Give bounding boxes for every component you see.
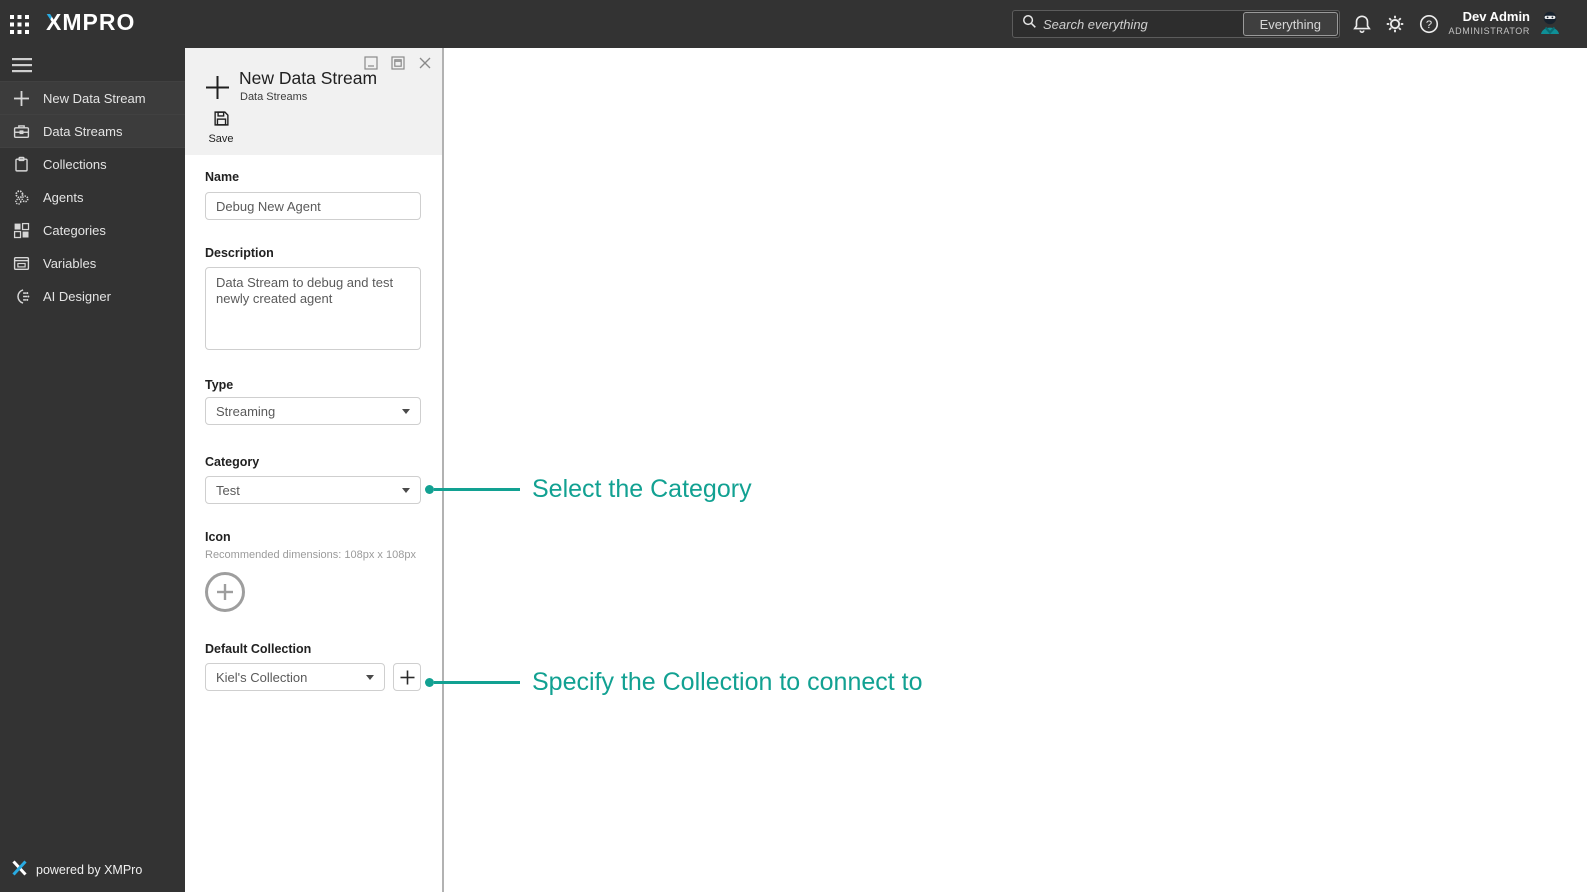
icon-label: Icon <box>205 530 231 544</box>
sidebar-item-label: Categories <box>43 223 106 238</box>
annotation-select-category: Select the Category <box>425 475 752 504</box>
new-data-stream-panel: New Data Stream Data Streams Save Name D… <box>185 48 444 892</box>
sidebar-item-label: AI Designer <box>43 289 111 304</box>
main-content <box>446 48 1587 892</box>
plus-icon <box>217 584 233 600</box>
default-collection-label: Default Collection <box>205 642 312 656</box>
annotation-specify-collection: Specify the Collection to connect to <box>425 668 923 697</box>
annotation-text: Select the Category <box>532 475 752 503</box>
agents-gears-icon <box>13 189 30 206</box>
sidebar-item-label: New Data Stream <box>43 90 146 106</box>
annotation-dot <box>425 485 434 494</box>
powered-by-text: powered by XMPro <box>36 862 143 877</box>
hamburger-icon <box>12 57 32 72</box>
user-name: Dev Admin <box>1462 9 1530 24</box>
variables-icon <box>13 255 30 272</box>
collections-icon <box>13 156 30 173</box>
search-input[interactable] <box>1043 16 1239 32</box>
default-collection-selected-value: Kiel's Collection <box>216 669 308 685</box>
category-dropdown[interactable]: Test <box>205 476 421 504</box>
sidebar-item-label: Variables <box>43 256 97 271</box>
save-label: Save <box>208 133 234 145</box>
sidebar-item-label: Agents <box>43 190 84 205</box>
annotation-dot <box>425 678 434 687</box>
plus-icon <box>400 670 414 684</box>
settings-gear-icon[interactable] <box>1385 14 1405 34</box>
description-textarea[interactable]: Data Stream to debug and test newly crea… <box>205 267 421 350</box>
annotation-text: Specify the Collection to connect to <box>532 668 923 696</box>
close-icon[interactable] <box>418 56 432 70</box>
category-selected-value: Test <box>216 482 240 498</box>
help-icon[interactable]: ? <box>1419 14 1439 34</box>
app-root: XMPRO Everything <box>0 0 1587 892</box>
svg-text:?: ? <box>1426 19 1432 31</box>
add-icon-button[interactable] <box>205 572 245 612</box>
apps-grid-icon[interactable] <box>10 15 29 34</box>
name-label: Name <box>205 170 240 184</box>
sidebar-item-agents[interactable]: Agents <box>0 181 185 214</box>
type-selected-value: Streaming <box>216 403 276 419</box>
sidebar-item-categories[interactable]: Categories <box>0 214 185 247</box>
panel-breadcrumb: Data Streams <box>240 91 308 103</box>
icon-dimensions-hint: Recommended dimensions: 108px x 108px <box>205 549 416 561</box>
sidebar: New Data Stream Data Streams Collections <box>0 48 185 892</box>
add-collection-button[interactable] <box>393 663 421 691</box>
topbar: XMPRO Everything <box>0 0 1587 48</box>
sidebar-item-collections[interactable]: Collections <box>0 148 185 181</box>
sidebar-item-label: Data Streams <box>43 123 123 139</box>
name-input[interactable] <box>205 192 421 220</box>
save-button[interactable]: Save <box>202 110 240 145</box>
panel-header: New Data Stream Data Streams Save <box>185 48 442 155</box>
description-label: Description <box>205 246 274 260</box>
annotation-leader-line <box>434 681 520 684</box>
xmpro-logo: XMPRO <box>46 9 136 35</box>
plus-icon <box>13 90 30 107</box>
search-icon <box>1022 14 1037 34</box>
data-streams-icon <box>13 123 30 140</box>
xmpro-x-icon <box>12 860 27 879</box>
chevron-down-icon <box>402 408 410 414</box>
sidebar-item-variables[interactable]: Variables <box>0 247 185 280</box>
chevron-down-icon <box>366 674 374 680</box>
powered-by: powered by XMPro <box>12 860 142 879</box>
global-search: Everything <box>1012 10 1340 38</box>
search-scope-button[interactable]: Everything <box>1242 12 1338 36</box>
save-floppy-icon <box>213 111 229 126</box>
user-role: ADMINISTRATOR <box>1448 26 1530 36</box>
category-label: Category <box>205 455 260 469</box>
maximize-icon[interactable] <box>391 56 405 70</box>
sidebar-item-data-streams[interactable]: Data Streams <box>0 115 185 148</box>
sidebar-item-label: Collections <box>43 157 107 172</box>
user-menu[interactable]: Dev Admin ADMINISTRATOR <box>1449 9 1530 37</box>
type-dropdown[interactable]: Streaming <box>205 397 421 425</box>
type-label: Type <box>205 378 234 392</box>
default-collection-dropdown[interactable]: Kiel's Collection <box>205 663 385 691</box>
notifications-bell-icon[interactable] <box>1352 14 1372 34</box>
sidebar-item-new-data-stream[interactable]: New Data Stream <box>0 82 185 115</box>
annotation-leader-line <box>434 488 520 491</box>
chevron-down-icon <box>402 487 410 493</box>
user-avatar[interactable] <box>1536 9 1564 37</box>
panel-plus-icon <box>205 75 230 105</box>
sidebar-item-ai-designer[interactable]: AI Designer <box>0 280 185 313</box>
panel-title: New Data Stream <box>239 68 378 88</box>
categories-icon <box>13 222 30 239</box>
ai-designer-icon <box>13 288 30 305</box>
sidebar-toggle[interactable] <box>0 48 185 82</box>
